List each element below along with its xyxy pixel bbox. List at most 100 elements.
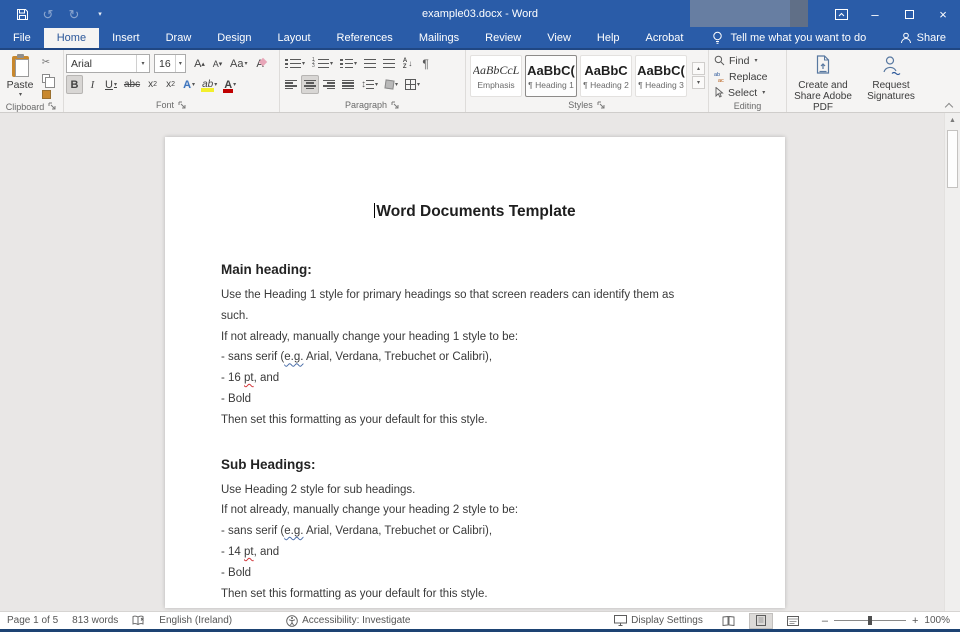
sort-button[interactable]: AZ↓ [399,54,416,73]
format-painter-button[interactable] [38,87,54,101]
doc-line-h[interactable]: Main heading: [221,258,729,285]
zoom-level[interactable]: 100% [924,615,950,626]
grow-font-button[interactable]: A▴ [191,54,208,73]
increase-indent-button[interactable] [380,54,398,73]
text-highlight-button[interactable]: ab▾ [199,75,220,94]
cut-button[interactable]: ✂ [38,55,54,69]
justify-button[interactable] [339,75,357,94]
web-layout-button[interactable] [781,613,805,629]
align-center-button[interactable] [301,75,319,94]
copy-button[interactable] [38,71,54,85]
tab-acrobat[interactable]: Acrobat [633,28,697,48]
strikethrough-button[interactable]: abc [121,75,143,94]
tab-mailings[interactable]: Mailings [406,28,472,48]
style-heading3[interactable]: AaBbC(¶ Heading 3 [635,55,687,97]
styles-gallery-more-button[interactable]: ▾ [692,76,705,89]
doc-line-h[interactable]: Sub Headings: [221,453,729,480]
find-button[interactable]: Find ▾ [711,53,784,68]
request-signatures-button[interactable]: Request Signatures [857,53,925,113]
style-heading1[interactable]: AaBbC(¶ Heading 1 [525,55,577,97]
doc-line-title[interactable]: Word Documents Template [221,201,729,225]
save-button[interactable] [14,6,30,22]
bullets-button[interactable]: ▾ [282,54,308,73]
superscript-button[interactable]: x2 [162,75,179,94]
underline-button[interactable]: U▾ [102,75,120,94]
paragraph-dialog-launcher[interactable] [391,101,400,110]
doc-line-body[interactable]: Use the Heading 1 style for primary head… [221,285,729,306]
language-indicator[interactable]: English (Ireland) [152,612,239,629]
subscript-button[interactable]: x2 [144,75,161,94]
font-size-combobox[interactable]: 16 ▾ [154,54,186,73]
doc-line-body[interactable]: Then set this formatting as your default… [221,410,729,431]
clipboard-dialog-launcher[interactable] [48,102,57,111]
document-page[interactable]: Word Documents TemplateMain heading:Use … [165,137,785,608]
tab-view[interactable]: View [534,28,584,48]
doc-line-body[interactable]: - Bold [221,563,729,584]
multilevel-list-button[interactable]: ▾ [337,54,360,73]
select-button[interactable]: Select ▾ [711,85,784,100]
collapse-ribbon-button[interactable] [944,101,954,109]
style-emphasis[interactable]: AaBbCcLEmphasis [470,55,522,97]
tab-file[interactable]: File [0,28,44,48]
maximize-button[interactable] [892,0,926,28]
font-color-button[interactable]: A▾ [221,75,239,94]
line-spacing-button[interactable]: ↕▾ [358,75,381,94]
doc-line-body[interactable]: Use Heading 2 style for sub headings. [221,480,729,501]
styles-dialog-launcher[interactable] [597,101,606,110]
zoom-in-button[interactable]: + [912,615,918,627]
tab-review[interactable]: Review [472,28,534,48]
tab-references[interactable]: References [324,28,406,48]
doc-line-body[interactable]: - sans serif (e.g. Arial, Verdana, Trebu… [221,347,729,368]
scrollbar-thumb[interactable] [947,130,958,188]
show-formatting-button[interactable]: ¶ [417,54,434,73]
font-name-combobox[interactable]: Arial ▾ [66,54,150,73]
shading-button[interactable]: ▾ [382,75,401,94]
zoom-slider-thumb[interactable] [868,616,872,625]
zoom-out-button[interactable]: – [822,615,828,627]
create-share-pdf-button[interactable]: Create and Share Adobe PDF [789,53,857,113]
align-right-button[interactable] [320,75,338,94]
clear-formatting-button[interactable]: A [251,54,268,73]
doc-line-body[interactable]: Then set this formatting as your default… [221,584,729,605]
styles-scroll-up-button[interactable]: ▴ [692,62,705,75]
ribbon-display-options-button[interactable] [824,0,858,28]
share-button[interactable]: Share [900,28,960,48]
minimize-button[interactable]: – [858,0,892,28]
decrease-indent-button[interactable] [361,54,379,73]
close-button[interactable]: × [926,0,960,28]
doc-line-body[interactable]: such. [221,306,729,327]
display-settings-button[interactable]: Display Settings [607,612,710,629]
font-dialog-launcher[interactable] [178,101,187,110]
print-layout-button[interactable] [749,613,773,629]
bold-button[interactable]: B [66,75,83,94]
redo-button[interactable]: ↻ [66,6,82,22]
tab-draw[interactable]: Draw [153,28,205,48]
doc-line-body[interactable]: - sans serif (e.g. Arial, Verdana, Trebu… [221,521,729,542]
paste-button[interactable]: Paste ▾ [2,53,38,101]
borders-button[interactable]: ▾ [402,75,423,94]
replace-button[interactable]: abac Replace [711,69,784,84]
zoom-slider[interactable] [834,620,906,621]
read-mode-button[interactable] [717,613,741,629]
scrollbar-up-button[interactable]: ▲ [945,113,960,128]
style-heading2[interactable]: AaBbC¶ Heading 2 [580,55,632,97]
doc-line-body[interactable]: - 14 pt, and [221,542,729,563]
doc-line-body[interactable]: - Bold [221,389,729,410]
doc-line-gap[interactable] [221,431,729,453]
align-left-button[interactable] [282,75,300,94]
proofing-status[interactable] [125,612,152,629]
tab-home[interactable]: Home [44,28,99,48]
doc-line-body[interactable]: If not already, manually change your hea… [221,500,729,521]
shrink-font-button[interactable]: A▾ [209,54,226,73]
text-effects-button[interactable]: A▾ [180,75,198,94]
tab-help[interactable]: Help [584,28,633,48]
change-case-button[interactable]: Aa▾ [227,54,250,73]
undo-button[interactable]: ↺ [40,6,56,22]
customize-qat-button[interactable]: ▾ [92,6,108,22]
page-indicator[interactable]: Page 1 of 5 [0,612,65,629]
tab-design[interactable]: Design [204,28,264,48]
accessibility-status[interactable]: Accessibility: Investigate [279,612,417,629]
doc-line-body[interactable]: - 16 pt, and [221,368,729,389]
numbering-button[interactable]: 1 2 3▾ [309,54,336,73]
italic-button[interactable]: I [84,75,101,94]
